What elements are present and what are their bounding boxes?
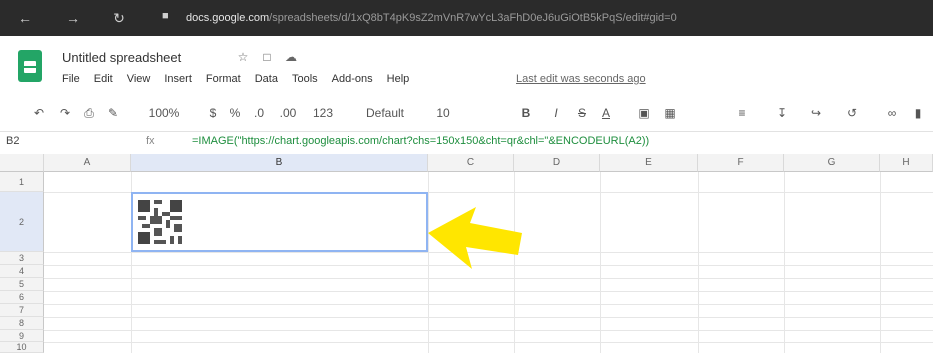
rotate-icon[interactable]: ↺ [844,104,860,122]
currency-button[interactable]: $ [206,104,220,122]
formula-input[interactable]: =IMAGE("https://chart.googleapis.com/cha… [192,135,892,147]
align-icon[interactable]: ≡ [734,104,750,122]
print-icon[interactable]: ⎙ [80,104,98,122]
undo-icon[interactable]: ↶ [30,104,48,122]
gridline [44,291,933,292]
gridline [784,172,785,353]
bold-button[interactable]: B [518,104,534,122]
forward-icon[interactable]: → [64,9,82,27]
font-size-select[interactable]: 10 [432,104,454,122]
row-header-10[interactable]: 10 [0,342,44,353]
column-header-c[interactable]: C [428,154,514,172]
qr-code-image [138,200,182,244]
gridline [600,172,601,353]
row-header-8[interactable]: 8 [0,317,44,330]
last-edit-link[interactable]: Last edit was seconds ago [516,73,646,85]
strikethrough-button[interactable]: S [574,104,590,122]
gridline [880,172,881,353]
toolbar: ↶ ↷ ⎙ ✎ 100% $ % .0 .00 123 Default 10 B… [0,98,933,128]
decrease-decimals-button[interactable]: .0 [248,104,270,122]
menu-add-ons[interactable]: Add-ons [332,73,373,89]
row-header-3[interactable]: 3 [0,252,44,265]
gridline [44,317,933,318]
gridline [698,172,699,353]
comment-icon[interactable]: ▮ [910,104,926,122]
text-color-button[interactable]: A [598,104,614,122]
zoom-select[interactable]: 100% [146,104,182,122]
gridline [44,304,933,305]
number-format-select[interactable]: 123 [310,104,336,122]
redo-icon[interactable]: ↷ [56,104,74,122]
folder-icon[interactable]: □ [260,50,274,64]
menu-format[interactable]: Format [206,73,241,89]
gridline [44,278,933,279]
gridline [44,342,933,343]
cloud-icon: ☁ [285,50,297,64]
yellow-arrow-icon [428,207,522,269]
column-header-f[interactable]: F [698,154,784,172]
lock-icon: ■ [162,10,169,22]
gridline [44,330,933,331]
menu-data[interactable]: Data [255,73,278,89]
column-header-e[interactable]: E [600,154,698,172]
doc-title[interactable]: Untitled spreadsheet [62,50,181,65]
menu-insert[interactable]: Insert [164,73,192,89]
increase-decimals-button[interactable]: .00 [274,104,302,122]
fx-label: fx [146,135,155,147]
formula-bar: B2 fx =IMAGE("https://chart.googleapis.c… [0,131,933,155]
arrow-shape [428,207,522,269]
menu-bar: File Edit View Insert Format Data Tools … [62,73,409,89]
fill-color-icon[interactable]: ▣ [636,104,652,122]
percent-button[interactable]: % [228,104,242,122]
menu-view[interactable]: View [127,73,151,89]
column-header-a[interactable]: A [44,154,131,172]
url-path: /spreadsheets/d/1xQ8bT4pK9sZ2mVnR7wYcL3a… [269,12,677,24]
select-all-corner[interactable] [0,154,44,172]
url-host: docs.google.com [186,12,270,24]
wrap-icon[interactable]: ↪ [808,104,824,122]
link-icon[interactable]: ∞ [884,104,900,122]
column-header-g[interactable]: G [784,154,880,172]
row-header-1[interactable]: 1 [0,172,44,192]
menu-edit[interactable]: Edit [94,73,113,89]
menu-help[interactable]: Help [387,73,410,89]
back-icon[interactable]: ← [16,9,34,27]
sheets-logo[interactable] [18,50,42,82]
italic-button[interactable]: I [548,104,564,122]
name-box[interactable]: B2 [6,135,19,147]
row-header-6[interactable]: 6 [0,291,44,304]
reload-icon[interactable]: ↻ [110,9,128,27]
star-icon[interactable]: ☆ [236,50,250,64]
column-header-h[interactable]: H [880,154,933,172]
row-header-4[interactable]: 4 [0,265,44,278]
row-header-9[interactable]: 9 [0,330,44,342]
valign-icon[interactable]: ↧ [774,104,790,122]
paint-format-icon[interactable]: ✎ [104,104,122,122]
row-header-5[interactable]: 5 [0,278,44,291]
font-select[interactable]: Default [358,104,412,122]
borders-icon[interactable]: ▦ [662,104,678,122]
row-header-7[interactable]: 7 [0,304,44,317]
column-header-b[interactable]: B [131,154,428,172]
menu-tools[interactable]: Tools [292,73,318,89]
row-header-2[interactable]: 2 [0,192,44,252]
address-bar[interactable]: docs.google.com/spreadsheets/d/1xQ8bT4pK… [186,8,906,28]
column-header-d[interactable]: D [514,154,600,172]
browser-top-bar: ← → ↻ ■ docs.google.com/spreadsheets/d/1… [0,0,933,36]
menu-file[interactable]: File [62,73,80,89]
